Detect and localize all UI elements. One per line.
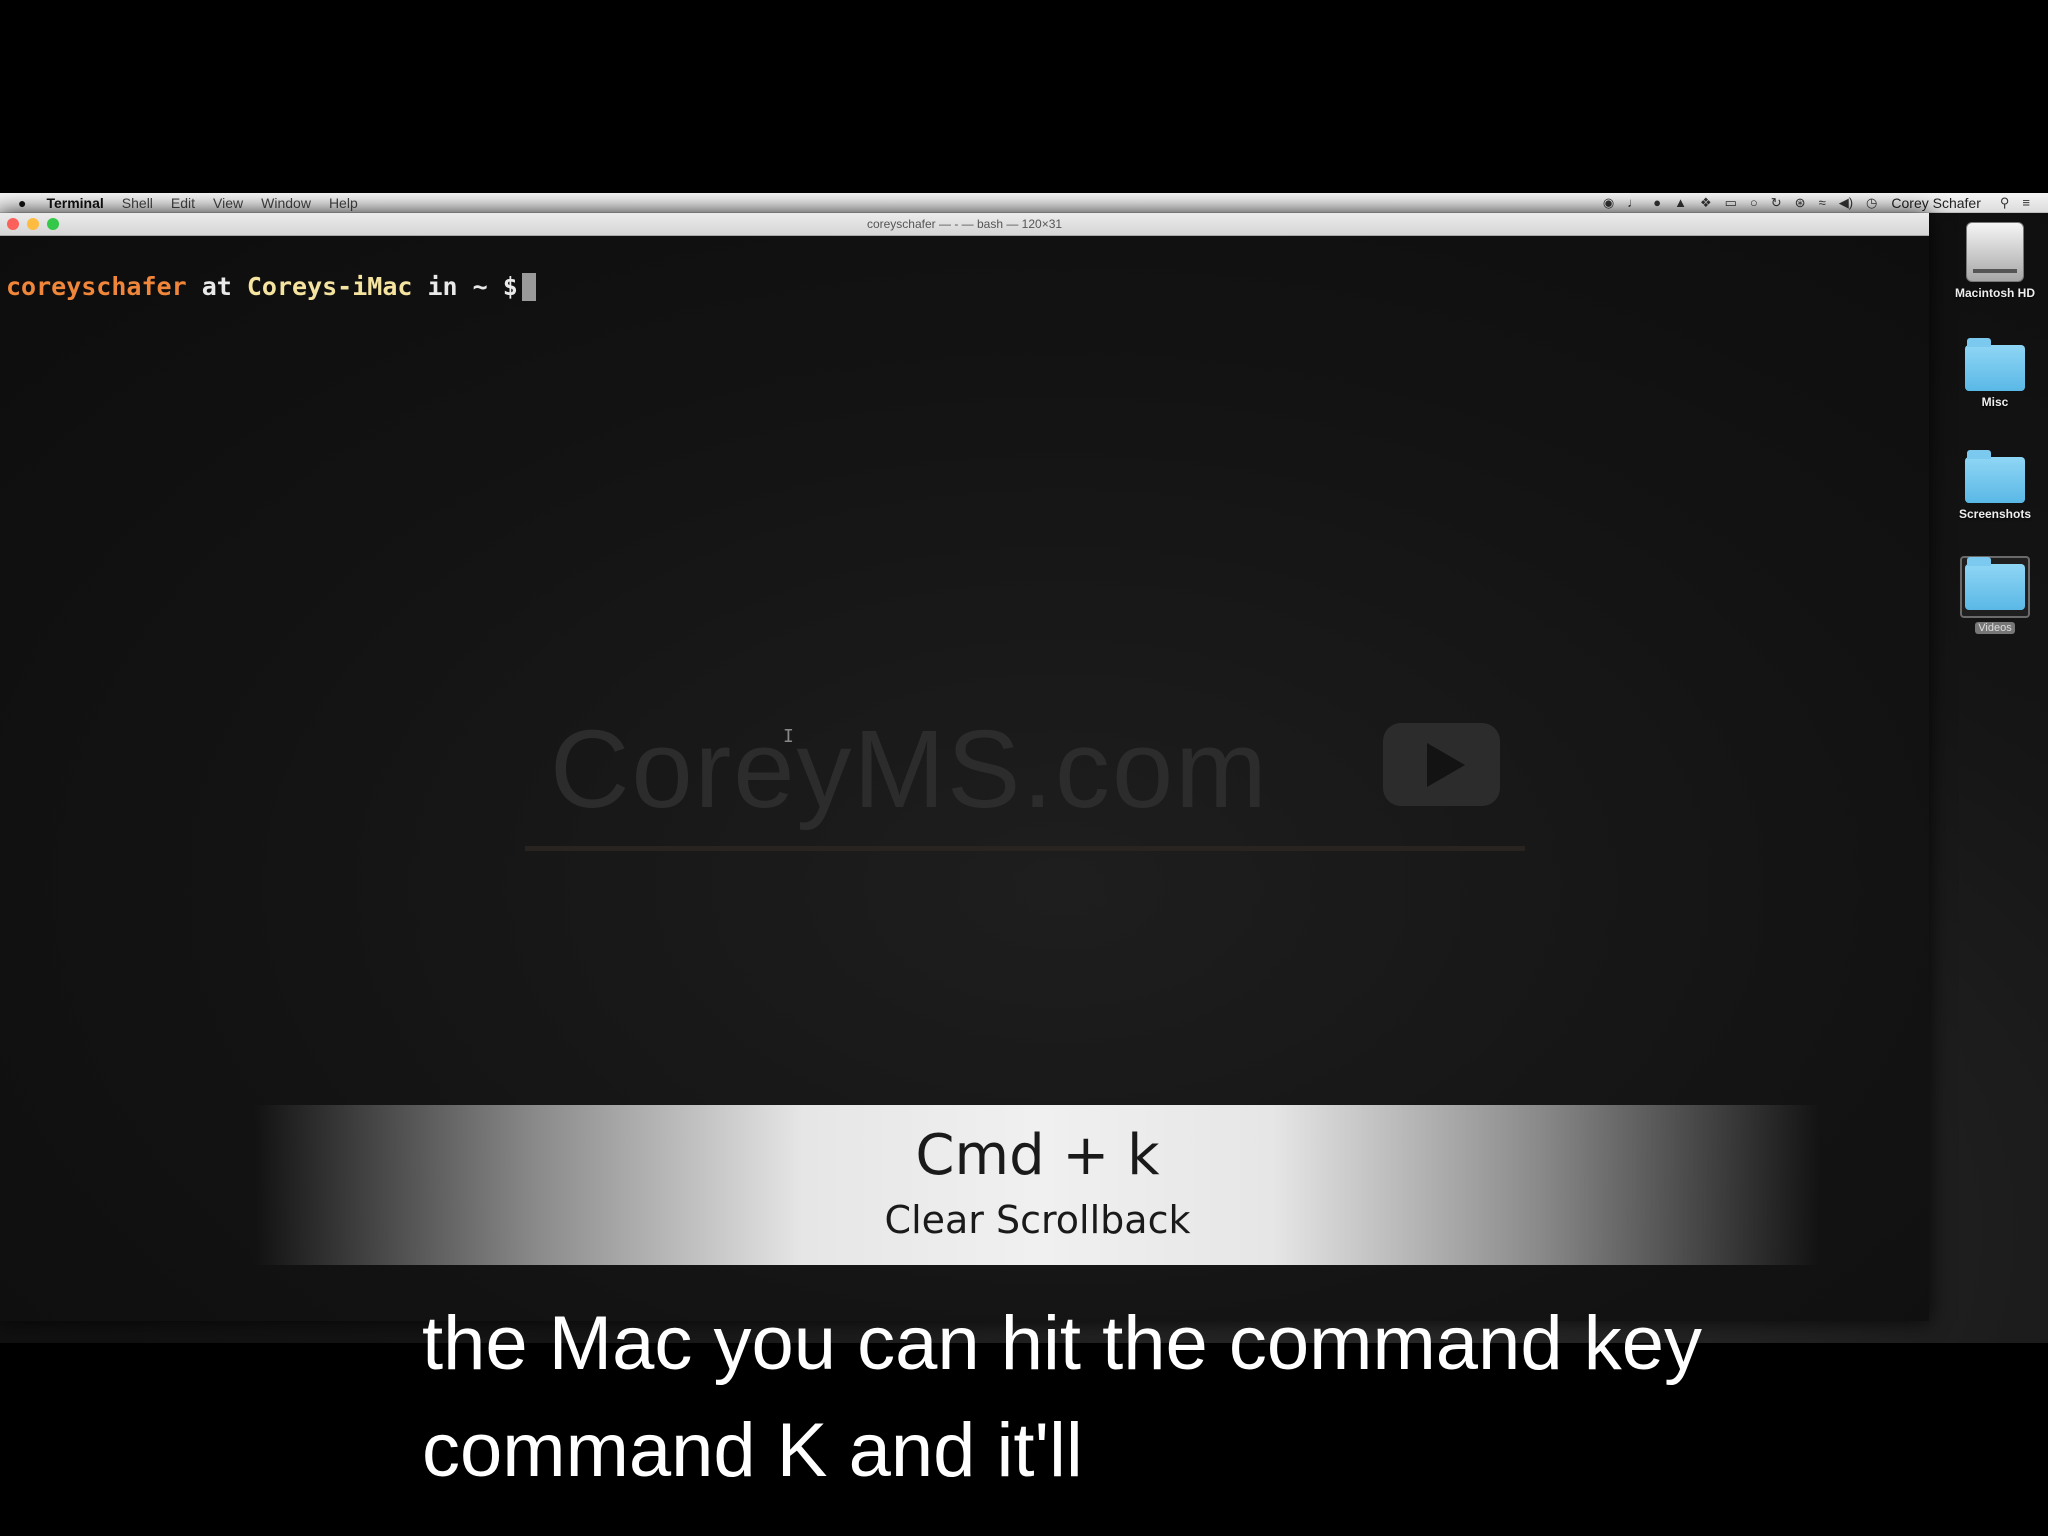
shortcut-description: Clear Scrollback xyxy=(884,1198,1191,1242)
prompt-dir: ~ xyxy=(472,272,488,301)
window-titlebar[interactable]: coreyschafer — - — bash — 120×31 xyxy=(0,213,1929,236)
bluetooth-icon[interactable]: ⊛ xyxy=(1795,195,1806,211)
desktop-icon-label: Screenshots xyxy=(1958,507,2032,521)
folder-icon xyxy=(1965,338,2025,391)
watermark-underline xyxy=(525,846,1525,851)
clock-icon[interactable]: ◷ xyxy=(1866,195,1877,211)
screen-record-icon[interactable]: ◉ xyxy=(1603,195,1614,211)
captions: the Mac you can hit the command key comm… xyxy=(422,1290,2042,1504)
folder-icon xyxy=(1965,557,2025,610)
selection-frame xyxy=(1960,556,2030,618)
time-machine-icon[interactable]: ↻ xyxy=(1771,195,1782,211)
prompt-symbol: $ xyxy=(502,272,518,301)
caption-line-1: the Mac you can hit the command key xyxy=(422,1301,1702,1386)
watermark-text: CoreyMS.com xyxy=(550,708,1269,831)
hard-drive-icon xyxy=(1966,222,2024,282)
text-cursor xyxy=(521,273,536,301)
shortcut-banner: Cmd + k Clear Scrollback xyxy=(255,1105,1820,1265)
desktop-icon-videos[interactable]: Videos xyxy=(1940,556,2048,636)
menu-window[interactable]: Window xyxy=(261,195,311,211)
drive-icon[interactable]: ▲ xyxy=(1674,195,1687,210)
desktop-icon-label: Misc xyxy=(1981,395,2009,409)
play-icon xyxy=(1383,723,1500,806)
menu-app-name[interactable]: Terminal xyxy=(46,195,103,211)
prompt-in: in xyxy=(427,272,458,301)
prompt-user: coreyschafer xyxy=(6,272,187,301)
prompt-at: at xyxy=(201,272,232,301)
apple-icon[interactable]: ● xyxy=(18,195,26,211)
bell-icon[interactable]: ♩ xyxy=(1627,195,1640,210)
desktop-icon-macintosh-hd[interactable]: Macintosh HD xyxy=(1940,222,2048,300)
airplay-icon[interactable]: ▭ xyxy=(1725,195,1737,211)
shortcut-keys: Cmd + k xyxy=(915,1123,1160,1188)
desktop-icon-misc[interactable]: Misc xyxy=(1940,338,2048,409)
menu-help[interactable]: Help xyxy=(329,195,358,211)
caption-line-2: command K and it'll xyxy=(422,1408,1083,1493)
prompt-host: Coreys-iMac xyxy=(246,272,413,301)
search-icon[interactable]: ⚲ xyxy=(2000,195,2010,211)
dropbox-icon[interactable]: ❖ xyxy=(1700,195,1712,211)
wifi-icon[interactable]: ≈ xyxy=(1819,195,1826,210)
menu-bar: ● Terminal Shell Edit View Window Help ◉… xyxy=(0,193,2048,213)
volume-icon[interactable]: ◀) xyxy=(1839,195,1853,211)
folder-icon xyxy=(1965,450,2025,503)
bubble-icon[interactable]: ○ xyxy=(1750,195,1758,210)
menu-view[interactable]: View xyxy=(213,195,243,211)
desktop-icon-label: Macintosh HD xyxy=(1954,286,2035,300)
shell-prompt: coreyschafer at Coreys-iMac in ~ $ xyxy=(6,272,536,301)
chat-icon[interactable]: ● xyxy=(1653,195,1661,210)
list-icon[interactable]: ≡ xyxy=(2022,195,2030,210)
desktop-icon-screenshots[interactable]: Screenshots xyxy=(1940,450,2048,521)
status-area: ◉ ♩ ● ▲ ❖ ▭ ○ ↻ ⊛ ≈ ◀) ◷ Corey Schafer ⚲… xyxy=(1590,193,2030,212)
desktop-icon-label: Videos xyxy=(1975,622,2015,634)
menu-shell[interactable]: Shell xyxy=(122,195,153,211)
menu-edit[interactable]: Edit xyxy=(171,195,195,211)
user-name[interactable]: Corey Schafer xyxy=(1891,195,1980,211)
window-title: coreyschafer — - — bash — 120×31 xyxy=(866,217,1063,231)
